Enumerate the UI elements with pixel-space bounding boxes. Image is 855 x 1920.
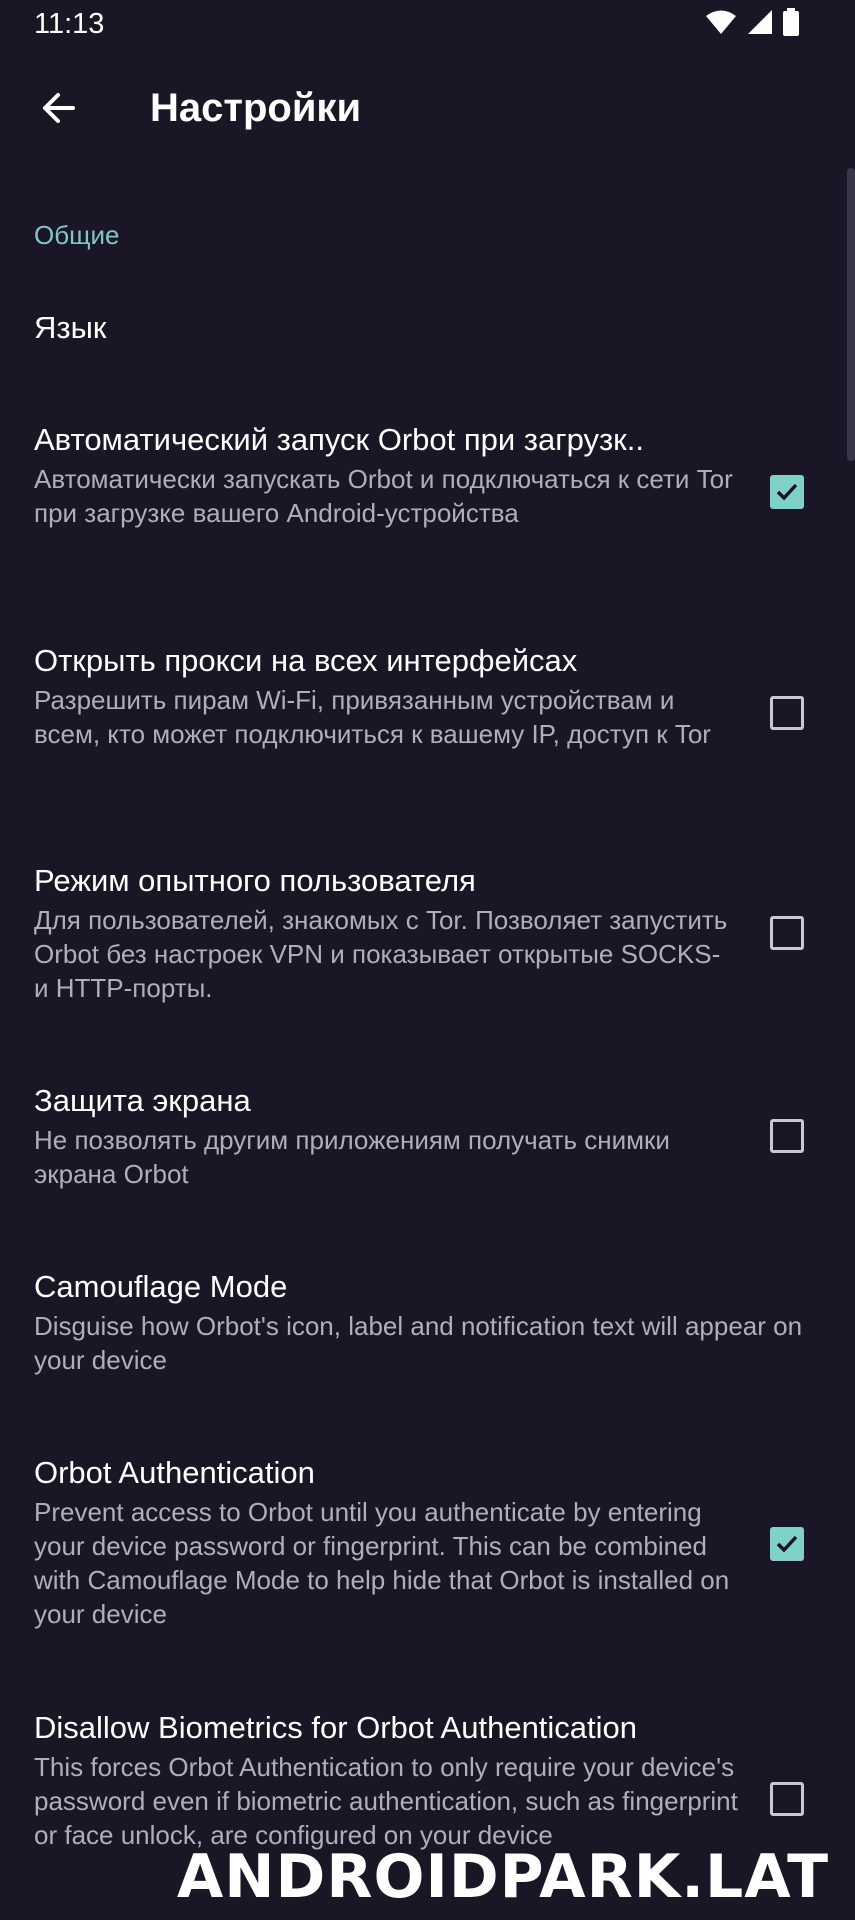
pref-summary: This forces Orbot Authentication to only… bbox=[34, 1752, 738, 1850]
pref-orbot-authentication[interactable]: Orbot Authentication Prevent access to O… bbox=[34, 1453, 774, 1631]
scrollbar[interactable] bbox=[847, 168, 855, 461]
pref-summary: Prevent access to Orbot until you authen… bbox=[34, 1497, 730, 1629]
pref-title: Язык bbox=[34, 310, 107, 345]
check-icon bbox=[776, 1535, 798, 1553]
pref-autostart[interactable]: Автоматический запуск Orbot при загрузк.… bbox=[34, 420, 774, 530]
screen-protection-checkbox[interactable] bbox=[770, 1119, 804, 1153]
pref-title: Disallow Biometrics for Orbot Authentica… bbox=[34, 1710, 638, 1745]
pref-title: Автоматический запуск Orbot при загрузк.… bbox=[34, 422, 644, 457]
status-bar: 11:13 bbox=[0, 0, 855, 50]
signal-icon bbox=[747, 9, 773, 40]
arrow-back-icon bbox=[40, 92, 76, 129]
section-header-general: Общие bbox=[34, 220, 120, 250]
power-user-checkbox[interactable] bbox=[770, 916, 804, 950]
autostart-checkbox[interactable] bbox=[770, 475, 804, 509]
disallow-biometrics-checkbox[interactable] bbox=[770, 1782, 804, 1816]
pref-summary: Разрешить пирам Wi-Fi, привязанным устро… bbox=[34, 685, 711, 749]
status-time: 11:13 bbox=[34, 8, 105, 40]
orbot-authentication-checkbox[interactable] bbox=[770, 1527, 804, 1561]
pref-summary: Для пользователей, знакомых с Tor. Позво… bbox=[34, 905, 728, 1003]
back-button[interactable] bbox=[30, 82, 86, 138]
pref-disallow-biometrics[interactable]: Disallow Biometrics for Orbot Authentica… bbox=[34, 1708, 774, 1850]
pref-title: Открыть прокси на всех интерфейсах bbox=[34, 643, 578, 678]
pref-title: Camouflage Mode bbox=[34, 1269, 288, 1304]
status-icons bbox=[705, 7, 799, 41]
watermark: ANDROIDPARK.LAT bbox=[176, 1842, 829, 1912]
pref-summary: Не позволять другим приложениям получать… bbox=[34, 1125, 670, 1189]
pref-title: Режим опытного пользователя bbox=[34, 863, 476, 898]
pref-language[interactable]: Язык bbox=[34, 308, 774, 348]
pref-title: Orbot Authentication bbox=[34, 1455, 315, 1490]
settings-screen: 11:13 Настройки Общие Язык Автоматически… bbox=[0, 0, 855, 1920]
pref-camouflage-mode[interactable]: Camouflage Mode Disguise how Orbot's ico… bbox=[34, 1267, 802, 1377]
pref-title: Защита экрана bbox=[34, 1083, 251, 1118]
page-title: Настройки bbox=[150, 86, 362, 130]
pref-open-proxy[interactable]: Открыть прокси на всех интерфейсах Разре… bbox=[34, 641, 774, 751]
battery-icon bbox=[783, 7, 799, 41]
app-bar: Настройки bbox=[0, 50, 855, 168]
pref-screen-protection[interactable]: Защита экрана Не позволять другим прилож… bbox=[34, 1081, 774, 1191]
pref-power-user[interactable]: Режим опытного пользователя Для пользова… bbox=[34, 861, 774, 1005]
check-icon bbox=[776, 483, 798, 501]
open-proxy-checkbox[interactable] bbox=[770, 696, 804, 730]
pref-summary: Автоматически запускать Orbot и подключа… bbox=[34, 464, 733, 528]
wifi-icon bbox=[705, 9, 737, 40]
pref-summary: Disguise how Orbot's icon, label and not… bbox=[34, 1311, 803, 1375]
